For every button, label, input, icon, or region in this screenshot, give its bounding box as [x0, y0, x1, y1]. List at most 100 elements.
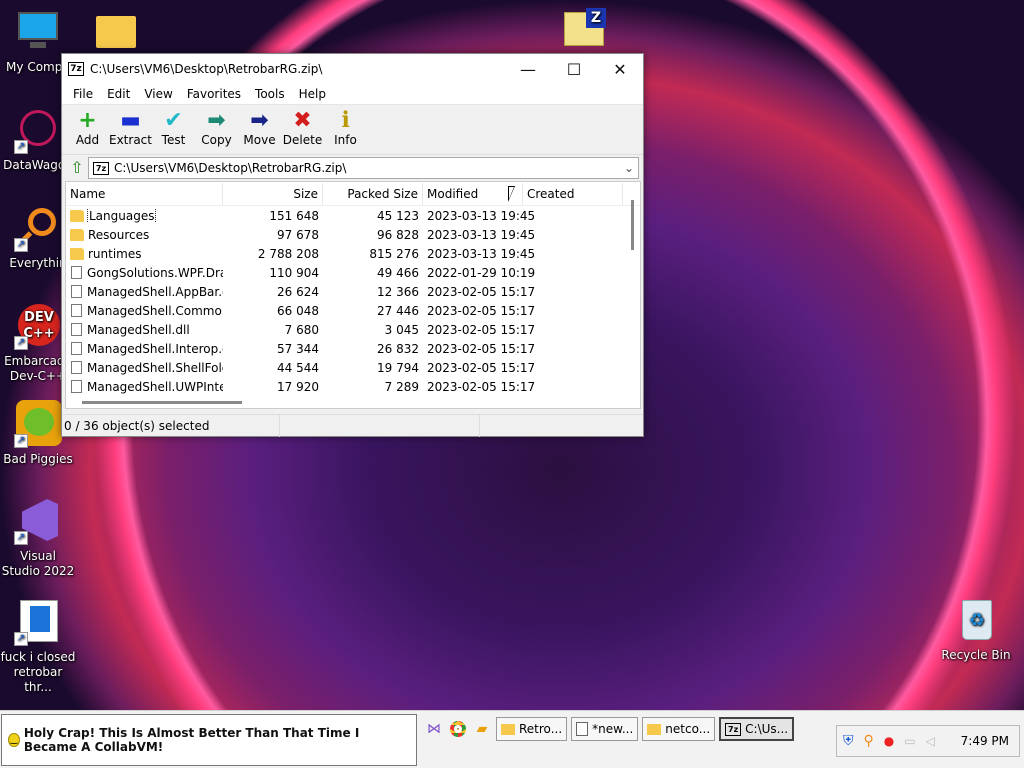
file-explorer-icon[interactable]: ▰: [472, 719, 492, 739]
desktop-icon-text-file[interactable]: ↗ fuck i closed retrobar thr...: [0, 598, 76, 695]
status-selection: 0 / 36 object(s) selected: [62, 414, 280, 437]
menu-tools[interactable]: Tools: [248, 87, 292, 101]
menu-help[interactable]: Help: [292, 87, 333, 101]
desktop-icon-visual-studio[interactable]: ↗ Visual Studio 2022: [0, 497, 76, 579]
archive-window: 7z C:\Users\VM6\Desktop\RetrobarRG.zip\ …: [61, 53, 644, 437]
file-icon: [71, 361, 82, 374]
cell-size: 26 624: [277, 284, 319, 299]
table-row[interactable]: ManagedShell.AppBar.dll 26 624 12 366 2023-…: [66, 282, 640, 301]
address-field[interactable]: 7z C:\Users\VM6\Desktop\RetrobarRG.zip\ …: [88, 157, 639, 179]
network-icon[interactable]: ▭: [904, 734, 915, 748]
cell-size: 7 680: [284, 322, 319, 337]
visual-studio-icon[interactable]: ⋈: [424, 719, 444, 739]
extract-button[interactable]: ▬ Extract: [109, 109, 152, 148]
up-folder-button[interactable]: ⇧: [66, 158, 88, 178]
file-list[interactable]: Name Size Packed Size Modified Created L…: [65, 181, 641, 409]
cell-name: Resources: [66, 228, 223, 242]
delete-button[interactable]: ✖ Delete: [281, 108, 324, 148]
cell-packed-size: 815 276: [369, 246, 419, 261]
defender-shield-icon[interactable]: ⛨: [843, 733, 854, 749]
table-row[interactable]: ManagedShell.ShellFold... 44 544 19 794 202…: [66, 358, 640, 377]
table-row[interactable]: runtimes 2 788 208 815 276 2023-03-13 19:45: [66, 244, 640, 263]
desktop-icon-recycle-bin[interactable]: ♻ Recycle Bin: [938, 596, 1014, 663]
menu-edit[interactable]: Edit: [100, 87, 137, 101]
delete-label: Delete: [282, 133, 323, 147]
magnifier-icon: ↗: [14, 204, 62, 252]
file-icon: [71, 304, 82, 317]
shortcut-arrow-icon: ↗: [14, 238, 28, 252]
taskbar-button-7zip[interactable]: 7z C:\Us...: [719, 717, 795, 741]
table-row[interactable]: GongSolutions.WPF.Dra... 110 904 49 466 202…: [66, 263, 640, 282]
table-row[interactable]: Languages 151 648 45 123 2023-03-13 19:45: [66, 206, 640, 225]
extract-label: Extract: [109, 133, 152, 147]
folder-icon: [501, 723, 515, 735]
file-icon: [71, 380, 82, 393]
vertical-scrollbar[interactable]: [631, 200, 634, 250]
taskbar-button-netcore[interactable]: netco...: [642, 717, 716, 741]
table-row[interactable]: Resources 97 678 96 828 2023-03-13 19:45: [66, 225, 640, 244]
delete-x-icon: ✖: [293, 108, 312, 133]
maximize-button[interactable]: ☐: [551, 54, 597, 84]
table-row[interactable]: ManagedShell.Commo... 66 048 27 446 2023-02…: [66, 301, 640, 320]
column-created[interactable]: Created: [523, 182, 623, 205]
file-name: ManagedShell.UWPInte...: [87, 379, 223, 394]
chevron-down-icon[interactable]: ⌄: [620, 161, 638, 175]
menu-view[interactable]: View: [137, 87, 179, 101]
cell-modified: 2023-03-13 19:45: [427, 246, 536, 261]
window-titlebar[interactable]: 7z C:\Users\VM6\Desktop\RetrobarRG.zip\ …: [62, 54, 643, 84]
desktop-icon-label: Bad Piggies: [3, 452, 73, 466]
cell-name: ManagedShell.Commo...: [66, 304, 223, 318]
marquee-banner: ‿ Holy Crap! This Is Almost Better Than …: [1, 714, 417, 766]
cell-modified: 2023-02-05 15:17: [427, 284, 536, 299]
taskbar-button-label: Retro...: [519, 722, 563, 736]
clock[interactable]: 7:49 PM: [961, 734, 1009, 748]
toolbar: + Add ▬ Extract ✔ Test ➡ Copy ➡ Move ✖ Delete …: [62, 105, 643, 155]
taskbar-button-notepad[interactable]: *new...: [571, 717, 639, 741]
horizontal-scrollbar[interactable]: [82, 401, 242, 404]
column-size[interactable]: Size: [223, 182, 323, 205]
add-button[interactable]: + Add: [66, 108, 109, 148]
file-name: ManagedShell.Interop.dll: [87, 341, 223, 356]
record-icon[interactable]: ●: [884, 734, 894, 748]
info-label: Info: [334, 133, 357, 147]
status-size: [280, 414, 480, 437]
shortcut-arrow-icon: ↗: [14, 434, 28, 448]
desktop-icon-label: Everythin: [9, 256, 67, 270]
everything-tray-icon[interactable]: ⚲: [864, 733, 874, 749]
file-icon: [71, 342, 82, 355]
cell-modified: 2022-01-29 10:19: [427, 265, 536, 280]
test-button[interactable]: ✔ Test: [152, 109, 195, 148]
7zip-app-icon: 7z: [68, 62, 84, 76]
desktop-icon-label: fuck i closed retrobar thr...: [0, 650, 76, 694]
cell-packed-size: 27 446: [377, 303, 419, 318]
cell-size: 57 344: [277, 341, 319, 356]
column-name[interactable]: Name: [66, 182, 223, 205]
minimize-button[interactable]: —: [505, 54, 551, 84]
folder-icon: [70, 247, 84, 260]
taskbar-button-retrobar[interactable]: Retro...: [496, 717, 568, 741]
cell-name: ManagedShell.Interop.dll: [66, 342, 223, 356]
menu-favorites[interactable]: Favorites: [180, 87, 248, 101]
taskbar-button-label: netco...: [665, 722, 711, 736]
info-button[interactable]: ℹ Info: [324, 109, 367, 148]
table-row[interactable]: ManagedShell.Interop.dll 57 344 26 832 2023…: [66, 339, 640, 358]
copy-button[interactable]: ➡ Copy: [195, 109, 238, 148]
move-button[interactable]: ➡ Move: [238, 109, 281, 148]
quick-launch: ⋈ ▰ Retro... *new... netco... 7z C:\Us...: [424, 717, 795, 741]
table-row[interactable]: ManagedShell.UWPInte... 17 920 7 289 2023-0…: [66, 377, 640, 396]
chrome-icon[interactable]: [448, 719, 468, 739]
move-label: Move: [243, 133, 276, 147]
desktop-icon-archive[interactable]: Z: [546, 6, 622, 58]
column-packed-size[interactable]: Packed Size: [323, 182, 423, 205]
close-button[interactable]: ✕: [597, 54, 643, 84]
desktop-icon-label: Visual Studio 2022: [1, 549, 75, 578]
document-icon: ↗: [14, 598, 62, 646]
plus-icon: +: [78, 108, 97, 133]
table-row[interactable]: ManagedShell.dll 7 680 3 045 2023-02-05 15:…: [66, 320, 640, 339]
cell-packed-size: 19 794: [377, 360, 419, 375]
cell-packed-size: 12 366: [377, 284, 419, 299]
cell-size: 17 920: [277, 379, 319, 394]
volume-icon[interactable]: ◁: [926, 734, 935, 748]
taskbar-button-label: *new...: [592, 722, 634, 736]
menu-file[interactable]: File: [66, 87, 100, 101]
